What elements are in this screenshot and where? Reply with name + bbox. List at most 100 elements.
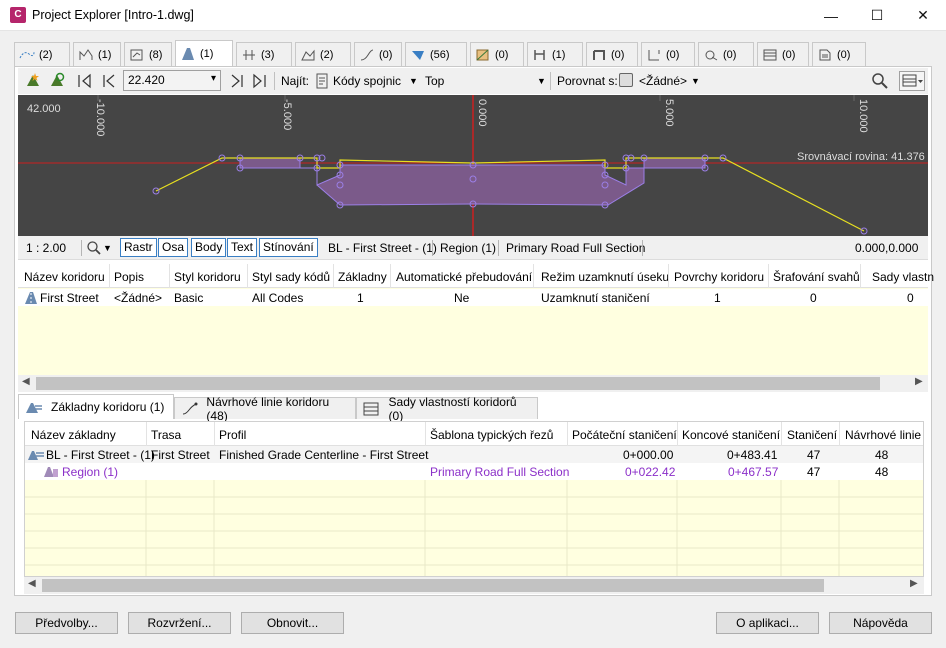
table-row[interactable]: Region (1) Primary Road Full Section 0+0…	[25, 463, 923, 480]
column-header[interactable]: Počáteční staničení	[572, 428, 677, 442]
scroll-left-icon[interactable]: ◀	[28, 578, 36, 589]
column-header[interactable]: Staničení	[787, 428, 837, 442]
minimize-button[interactable]: —	[808, 0, 854, 31]
column-divider[interactable]	[109, 264, 110, 288]
column-divider[interactable]	[677, 422, 678, 446]
column-divider[interactable]	[425, 422, 426, 446]
refresh-button[interactable]: Obnovit...	[241, 612, 344, 634]
tab-feature-lines[interactable]: Návrhové linie koridoru (48)	[174, 395, 356, 423]
tab-profile-view[interactable]: (8)	[124, 42, 172, 66]
column-header[interactable]: Šrafování svahů	[773, 270, 860, 284]
column-header[interactable]: Návrhové linie	[845, 428, 921, 442]
column-header[interactable]: Automatické přebudování	[396, 270, 532, 284]
app-icon: C	[10, 7, 26, 23]
tab-table[interactable]: (0)	[757, 42, 809, 66]
horizontal-scrollbar[interactable]: ◀ ▶	[18, 375, 928, 392]
table-header: Název koridoru Popis Styl koridoru Styl …	[18, 264, 934, 288]
scale-select[interactable]: 1 : 2.00	[26, 241, 66, 255]
column-header[interactable]: Koncové staničení	[682, 428, 780, 442]
column-divider[interactable]	[533, 264, 534, 288]
column-header[interactable]: Název základny	[31, 428, 116, 442]
tab-alignment[interactable]: (2)	[14, 42, 70, 66]
column-divider[interactable]	[146, 422, 147, 446]
table-row[interactable]: BL - First Street - (1) First Street Fin…	[25, 446, 923, 463]
horizontal-scrollbar[interactable]: ◀ ▶	[24, 577, 924, 594]
column-header[interactable]: Název koridoru	[24, 270, 105, 284]
column-divider[interactable]	[247, 264, 248, 288]
next-station-icon[interactable]	[228, 73, 246, 89]
tab-data-shortcut[interactable]: (0)	[812, 42, 866, 66]
tab-count: (2)	[320, 48, 334, 61]
points-toggle[interactable]: Body	[191, 238, 227, 257]
maximize-button[interactable]: ☐	[854, 0, 900, 31]
scrollbar-thumb[interactable]	[36, 377, 880, 390]
column-divider[interactable]	[169, 264, 170, 288]
text-toggle[interactable]: Text	[227, 238, 258, 257]
tab-parcel[interactable]: (0)	[470, 42, 524, 66]
tab-pressure-network[interactable]: (0)	[586, 42, 638, 66]
column-header[interactable]: Styl koridoru	[174, 270, 241, 284]
section-viewport[interactable]: 42.000 -10.000 -5.000 0.000 5.000 10.000…	[18, 95, 928, 236]
column-divider[interactable]	[214, 422, 215, 446]
tab-baselines[interactable]: Základny koridoru (1)	[18, 394, 174, 419]
zoom-icon[interactable]	[86, 240, 102, 256]
column-header[interactable]: Režim uzamknutí úseku	[541, 270, 669, 284]
tab-sample-lines[interactable]: (3)	[236, 42, 292, 66]
column-header[interactable]: Povrchy koridoru	[674, 270, 764, 284]
tab-profile[interactable]: (1)	[73, 42, 121, 66]
column-divider[interactable]	[668, 264, 669, 288]
tab-assembly[interactable]: (56)	[405, 42, 467, 66]
find-target-select[interactable]: Top	[425, 74, 444, 88]
refresh-add-icon[interactable]	[48, 72, 66, 90]
tab-section-view[interactable]: (0)	[641, 42, 695, 66]
compare-select[interactable]: <Žádné>	[639, 74, 687, 88]
find-type-select[interactable]: Kódy spojnic	[333, 74, 401, 88]
column-header[interactable]: Styl sady kódů	[252, 270, 330, 284]
last-station-icon[interactable]	[250, 73, 268, 89]
column-header[interactable]: Sady vlastn	[872, 270, 934, 284]
column-header[interactable]: Popis	[114, 270, 144, 284]
first-station-icon[interactable]	[76, 73, 94, 89]
table-row[interactable]: First Street <Žádné> Basic All Codes 1 N…	[18, 289, 928, 306]
tab-count: (3)	[261, 48, 275, 61]
star-add-icon[interactable]	[24, 72, 42, 90]
column-divider[interactable]	[390, 264, 391, 288]
column-header[interactable]: Trasa	[151, 428, 181, 442]
column-divider[interactable]	[768, 264, 769, 288]
column-header[interactable]: Šablona typických řezů	[430, 428, 553, 442]
station-select[interactable]: 22.420 ▾	[123, 70, 221, 91]
cross-section-drawing	[18, 95, 928, 236]
corridor-icon	[182, 47, 194, 60]
tab-pipe-network[interactable]: (1)	[527, 42, 583, 66]
about-button[interactable]: O aplikaci...	[716, 612, 819, 634]
column-header[interactable]: Profil	[219, 428, 246, 442]
scroll-left-icon[interactable]: ◀	[22, 376, 30, 387]
scroll-right-icon[interactable]: ▶	[915, 376, 923, 387]
column-header[interactable]: Základny	[338, 270, 387, 284]
tab-feature-line[interactable]: (0)	[354, 42, 402, 66]
raster-toggle[interactable]: Rastr	[120, 238, 157, 257]
column-divider[interactable]	[333, 264, 334, 288]
preferences-button[interactable]: Předvolby...	[15, 612, 118, 634]
column-divider[interactable]	[567, 422, 568, 446]
tab-corridor[interactable]: (1)	[175, 40, 233, 66]
tab-surface[interactable]: (2)	[295, 42, 351, 66]
axis-toggle[interactable]: Osa	[158, 238, 189, 257]
column-divider[interactable]	[839, 422, 840, 446]
chevron-down-icon[interactable]: ▼	[103, 243, 112, 253]
search-icon[interactable]	[871, 72, 889, 90]
empty-grid-lines	[25, 480, 923, 576]
shading-toggle[interactable]: Stínování	[259, 238, 318, 257]
tab-intersection[interactable]: (0)	[698, 42, 754, 66]
close-button[interactable]: ✕	[900, 0, 946, 31]
layout-button[interactable]: Rozvržení...	[128, 612, 231, 634]
tab-property-sets[interactable]: Sady vlastností koridorů (0)	[356, 395, 538, 423]
column-divider[interactable]	[781, 422, 782, 446]
scrollbar-thumb[interactable]	[42, 579, 824, 592]
column-divider[interactable]	[860, 264, 861, 288]
scroll-right-icon[interactable]: ▶	[910, 578, 918, 589]
object-tabs: (2) (1) (8) (1) (3) (2) (0) (56) (0) (1) (0) (0) (0)…	[14, 40, 932, 66]
previous-station-icon[interactable]	[100, 73, 118, 89]
help-button[interactable]: Nápověda	[829, 612, 932, 634]
layout-menu-button[interactable]	[899, 71, 925, 91]
